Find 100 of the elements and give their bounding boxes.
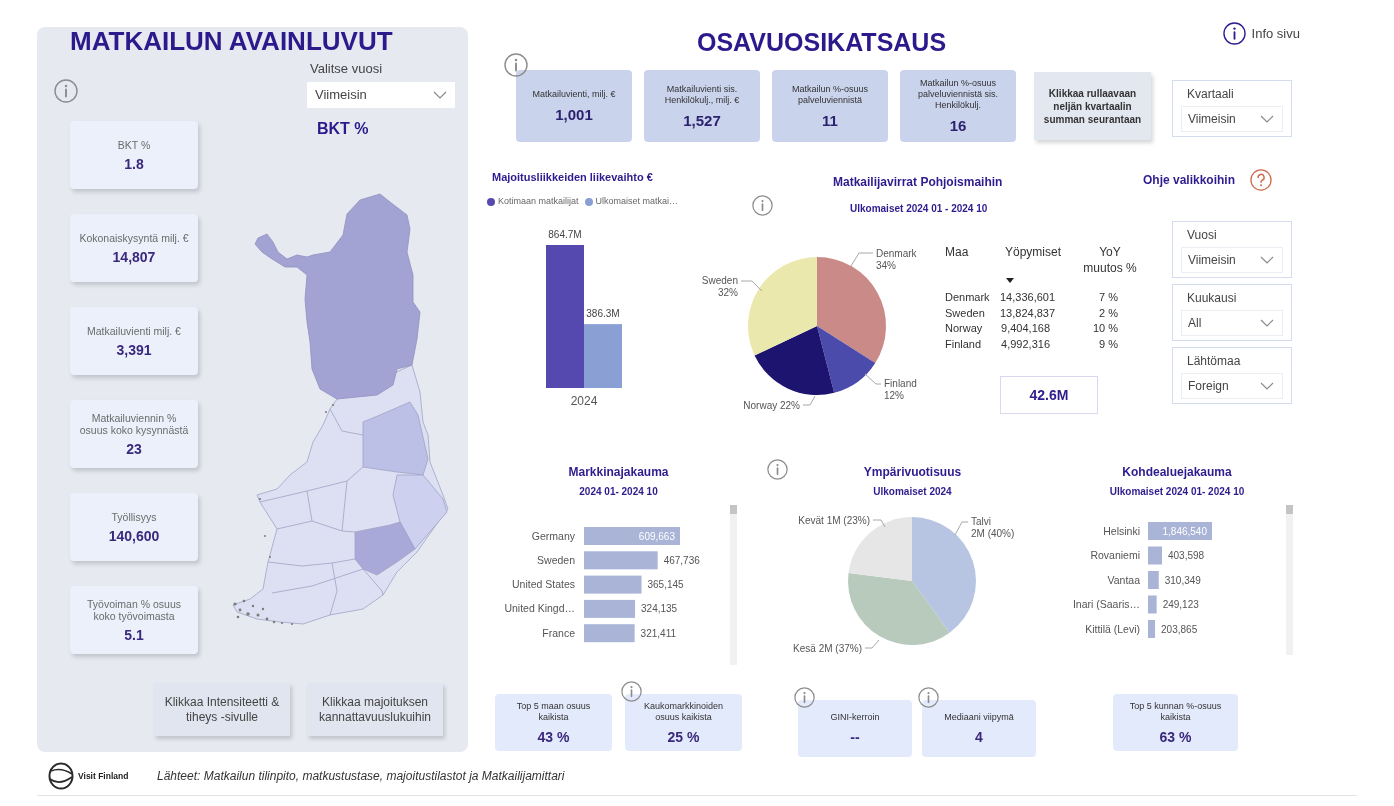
help-icon[interactable] bbox=[1250, 169, 1273, 191]
column-header[interactable]: Maa bbox=[945, 244, 969, 260]
dropdown[interactable]: Viimeisin bbox=[1181, 106, 1283, 132]
swirl-logo-icon bbox=[48, 762, 74, 790]
chart-subtitle: Ulkomaiset 2024 01 - 2024 10 bbox=[850, 203, 988, 215]
kpi-label: Matkailun %-osuus palveluviennistä sis. Henkilökulj. bbox=[916, 78, 999, 111]
table-cell-text: Denmark bbox=[945, 290, 991, 305]
bar[interactable] bbox=[1148, 571, 1159, 589]
bar[interactable] bbox=[584, 599, 636, 618]
chart-subtitle: 2024 01- 2024 10 bbox=[579, 486, 658, 498]
page-link-button[interactable]: Klikkaa majoituksen kannattavuuslukuihin bbox=[307, 683, 443, 736]
bar[interactable] bbox=[584, 575, 642, 594]
bar-value-label: 1,846,540 bbox=[1162, 525, 1207, 537]
category-label: United States bbox=[511, 578, 575, 591]
filter-label: Kvartaali bbox=[1187, 87, 1234, 101]
info-page-link[interactable]: Info sivu bbox=[1222, 22, 1300, 45]
leader-line bbox=[954, 521, 969, 536]
chart-subtitle: Ulkomaiset 2024 01- 2024 10 bbox=[1109, 486, 1245, 498]
total-value: 42.6M bbox=[1029, 385, 1069, 405]
leader-line bbox=[802, 395, 816, 406]
rolling-sum-button[interactable]: Klikkaa rullaavaan neljän kvartaalin summan seurantaan bbox=[1034, 72, 1151, 140]
slice-label: Denmark 34% bbox=[876, 248, 917, 271]
bar[interactable] bbox=[546, 245, 584, 388]
bar[interactable] bbox=[584, 551, 658, 570]
slice-label: Sweden 32% bbox=[701, 275, 738, 298]
chart-subtitle: Ulkomaiset 2024 bbox=[873, 486, 952, 498]
bar[interactable] bbox=[584, 324, 622, 388]
table-cell-text: Finland bbox=[945, 336, 983, 352]
kpi-value: 23 bbox=[126, 440, 142, 457]
bar[interactable] bbox=[1148, 522, 1212, 540]
kpi-value: 1,001 bbox=[555, 106, 593, 123]
column-header[interactable]: YoY muutos % bbox=[1081, 244, 1139, 276]
filter-label: Vuosi bbox=[1187, 228, 1217, 242]
kpi-label: GINI-kerroin bbox=[830, 712, 880, 723]
bar-value-label: 249,123 bbox=[1162, 599, 1199, 610]
category-label: Kittilä (Levi) bbox=[1085, 622, 1140, 635]
page-link-button[interactable]: Klikkaa Intensiteetti & tiheys -sivulle bbox=[154, 683, 290, 736]
chart-title: Markkinajakauma bbox=[568, 465, 669, 479]
kpi-label: Matkailuviennin % osuus koko kysynnästä bbox=[78, 411, 190, 436]
legend-label: Ulkomaiset matkai… bbox=[595, 196, 679, 207]
bar-value-label: 609,663 bbox=[638, 530, 675, 542]
bar-value-label: 467,736 bbox=[663, 554, 700, 566]
table-cell-text: 14,336,601 bbox=[1000, 290, 1057, 305]
category-label: France bbox=[542, 626, 575, 639]
dropdown[interactable]: Viimeisin bbox=[1181, 247, 1283, 273]
scrollbar[interactable] bbox=[730, 505, 737, 665]
kpi-label: Top 5 kunnan %-osuus kaikista bbox=[1128, 700, 1223, 723]
sources-text: Lähteet: Matkailun tilinpito, matkustustase, majoitustilastot ja Matkailijamittari bbox=[157, 769, 565, 783]
table-cell-text: 13,824,837 bbox=[1000, 305, 1057, 321]
filter-label: Kuukausi bbox=[1187, 291, 1237, 305]
category-label: Helsinki bbox=[1103, 524, 1140, 537]
bar-value-label: 203,865 bbox=[1161, 623, 1198, 635]
bar-value-label: 386.3M bbox=[586, 308, 620, 320]
slice-label: Kevät 1M (23%) bbox=[798, 515, 870, 526]
chart-title: Majoitusliikkeiden liikevaihto € bbox=[492, 170, 653, 184]
column-header[interactable]: Yöpymiset bbox=[1005, 244, 1062, 260]
slice-label: Talvi 2M (40%) bbox=[971, 516, 1015, 539]
kpi-value: 1,527 bbox=[683, 111, 721, 129]
bar[interactable] bbox=[1148, 595, 1157, 614]
slice-label: Finland 12% bbox=[884, 378, 917, 401]
bar[interactable] bbox=[1148, 620, 1156, 638]
info-icon[interactable] bbox=[1222, 22, 1246, 45]
kpi-label: Kaukomarkkinoiden osuus kaikista bbox=[642, 700, 724, 723]
leader-line bbox=[864, 373, 882, 385]
kpi-value: 4 bbox=[975, 729, 983, 745]
slice-label: Kesä 2M (37%) bbox=[793, 643, 862, 654]
bar[interactable] bbox=[1148, 546, 1162, 565]
pie-slice[interactable] bbox=[748, 257, 817, 356]
table-cell-text: 4,992,316 bbox=[1000, 336, 1051, 352]
table-cell-text: Sweden bbox=[945, 305, 986, 321]
bar[interactable] bbox=[584, 527, 680, 545]
chevron-down-icon bbox=[433, 91, 447, 99]
kpi-value: 140,600 bbox=[108, 527, 160, 544]
kpi-label: BKT % bbox=[117, 138, 151, 151]
leader-line bbox=[864, 639, 880, 649]
leader-line bbox=[740, 280, 763, 292]
dropdown[interactable]: Foreign bbox=[1181, 373, 1283, 399]
scrollbar[interactable] bbox=[1286, 505, 1293, 655]
kpi-value: 3,391 bbox=[116, 341, 152, 358]
table-cell-text: 9 % bbox=[1098, 336, 1119, 352]
kpi-label: Kokonaiskysyntä milj. € bbox=[79, 231, 189, 244]
chart-title: Matkailijavirrat Pohjoismaihin bbox=[833, 175, 1003, 189]
kpi-value: -- bbox=[850, 729, 860, 745]
table-cell-text: 9,404,168 bbox=[1000, 321, 1051, 337]
pie-slice[interactable] bbox=[754, 326, 835, 395]
bar-value-label: 310,349 bbox=[1164, 574, 1201, 586]
category-label: Vantaa bbox=[1107, 573, 1140, 586]
kpi-value: 63 % bbox=[1159, 728, 1192, 745]
dropdown[interactable]: All bbox=[1181, 310, 1283, 336]
chevron-down-icon bbox=[1260, 382, 1274, 390]
bar[interactable] bbox=[584, 624, 635, 643]
dropdown[interactable]: Viimeisin bbox=[307, 82, 455, 108]
bar-value-label: 864.7M bbox=[548, 229, 582, 240]
help-link[interactable]: Ohje valikkoihin bbox=[1143, 169, 1273, 191]
axis-label: 2024 bbox=[570, 394, 598, 408]
category-label: Sweden bbox=[537, 553, 575, 566]
slice-label: Norway 22% bbox=[743, 400, 800, 411]
pie-slice[interactable] bbox=[817, 326, 876, 393]
logo-text: Visit Finland bbox=[78, 771, 129, 781]
table-cell-text: 7 % bbox=[1098, 290, 1119, 305]
